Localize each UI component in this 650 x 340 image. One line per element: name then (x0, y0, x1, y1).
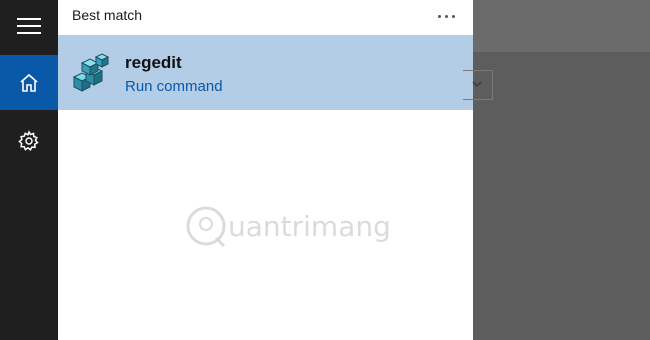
more-options-icon (437, 14, 441, 18)
best-match-heading: Best match (72, 7, 143, 23)
more-options-button[interactable] (433, 6, 459, 26)
results-header: Best match (58, 0, 473, 34)
settings-gear-icon (18, 129, 39, 151)
home-button[interactable] (0, 55, 58, 110)
watermark-logo: uantrimang (186, 206, 391, 248)
chevron-down-icon (472, 81, 482, 88)
search-results-panel: Best match regedit Run command uantriman… (58, 0, 473, 340)
settings-button[interactable] (0, 113, 58, 168)
background-dropdown (463, 70, 493, 100)
registry-editor-icon (72, 53, 110, 92)
result-subtitle: Run command (125, 78, 223, 95)
home-icon (20, 73, 38, 92)
best-match-result[interactable]: regedit Run command (58, 35, 473, 110)
background-window-titlebar (473, 0, 650, 52)
menu-button[interactable] (0, 0, 58, 52)
result-title: regedit (125, 53, 182, 72)
svg-text:uantrimang: uantrimang (228, 210, 391, 243)
left-rail (0, 0, 58, 340)
more-options-icon (451, 14, 455, 18)
hamburger-menu-icon (17, 18, 41, 34)
more-options-icon (444, 14, 448, 18)
